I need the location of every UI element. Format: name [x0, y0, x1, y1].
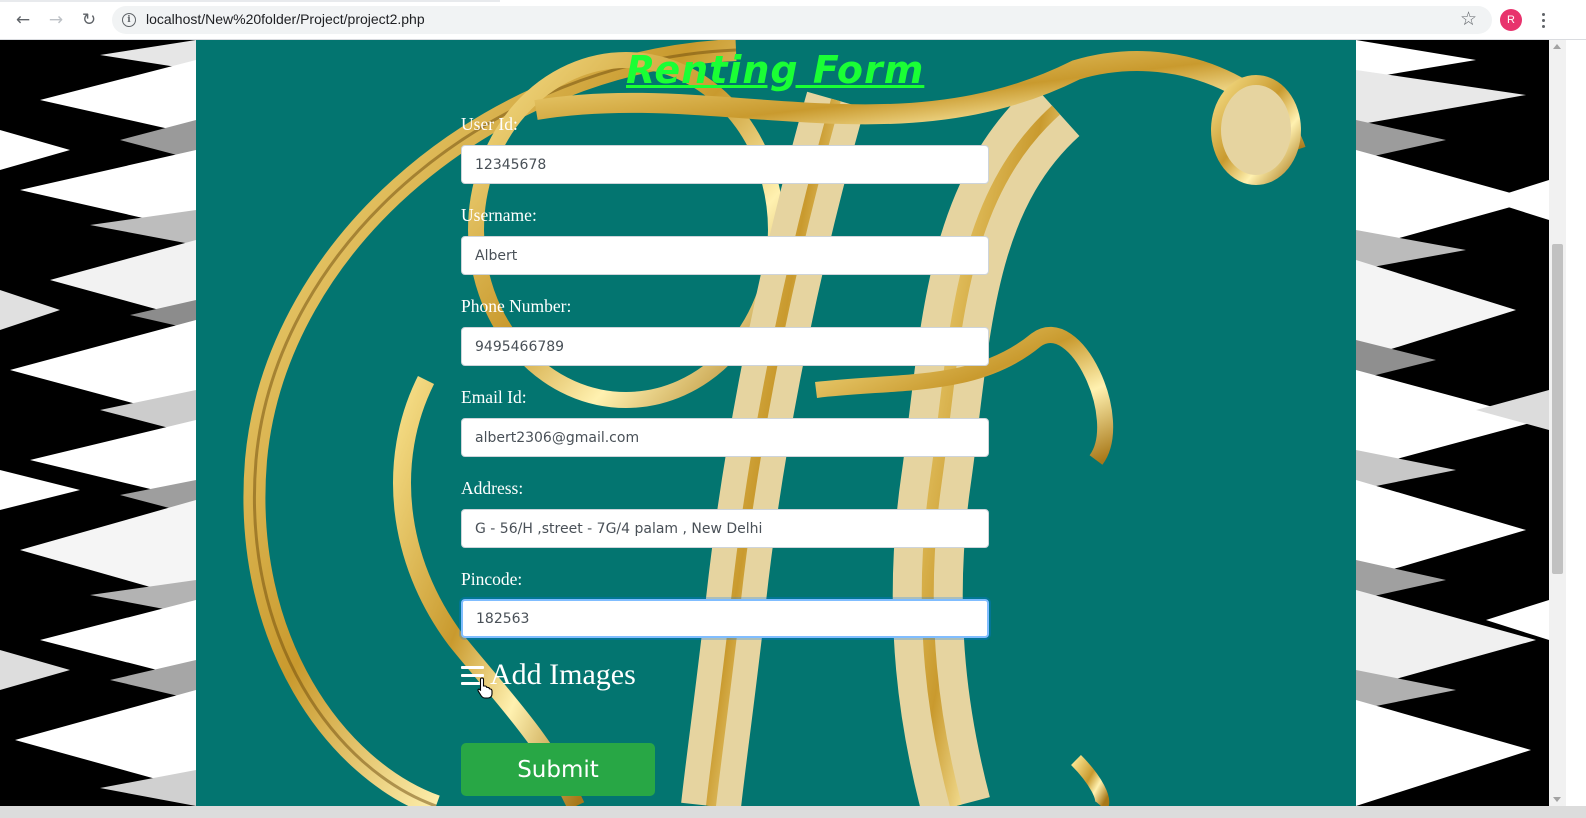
- user-id-field[interactable]: 12345678: [461, 145, 989, 184]
- arrow-right-icon[interactable]: →: [44, 8, 68, 32]
- address-label: Address:: [461, 478, 524, 498]
- page-viewport: Renting Form User Id: 12345678 Username:…: [0, 40, 1549, 806]
- url-text[interactable]: localhost/New%20folder/Project/project2.…: [146, 11, 425, 27]
- submit-button[interactable]: Submit: [461, 743, 655, 796]
- page-title: Renting Form: [626, 48, 925, 92]
- phone-number-label: Phone Number:: [461, 296, 572, 316]
- vertical-scrollbar[interactable]: [1549, 40, 1566, 806]
- vertical-dots-icon[interactable]: [1538, 8, 1548, 32]
- browser-toolbar: ← → ↻ i localhost/New%20folder/Project/p…: [0, 0, 1586, 40]
- info-icon[interactable]: i: [122, 13, 136, 27]
- address-bar[interactable]: i localhost/New%20folder/Project/project…: [112, 6, 1492, 34]
- form-panel: Renting Form User Id: 12345678 Username:…: [196, 40, 1356, 806]
- scroll-up-arrow-icon[interactable]: [1553, 44, 1561, 49]
- scroll-down-arrow-icon[interactable]: [1553, 797, 1561, 802]
- username-label: Username:: [461, 205, 537, 225]
- tab-strip-edge: [0, 0, 500, 2]
- scrollbar-thumb[interactable]: [1552, 244, 1563, 574]
- hand-cursor-icon: [477, 677, 493, 699]
- right-decorative-background: [1356, 40, 1549, 806]
- user-id-label: User Id:: [461, 114, 518, 134]
- left-decorative-background: [0, 40, 196, 806]
- pincode-field[interactable]: 182563: [461, 599, 989, 638]
- phone-number-field[interactable]: 9495466789: [461, 327, 989, 366]
- bottom-edge: [0, 806, 1586, 818]
- add-images-label[interactable]: Add Images: [490, 658, 636, 692]
- avatar[interactable]: R: [1500, 9, 1522, 31]
- email-id-label: Email Id:: [461, 387, 527, 407]
- arrow-left-icon[interactable]: ←: [11, 8, 35, 32]
- reload-icon[interactable]: ↻: [77, 8, 101, 32]
- email-field[interactable]: albert2306@gmail.com: [461, 418, 989, 457]
- username-field[interactable]: Albert: [461, 236, 989, 275]
- star-icon[interactable]: ☆: [1460, 8, 1477, 30]
- address-field[interactable]: G - 56/H ,street - 7G/4 palam , New Delh…: [461, 509, 989, 548]
- pincode-label: Pincode:: [461, 569, 523, 589]
